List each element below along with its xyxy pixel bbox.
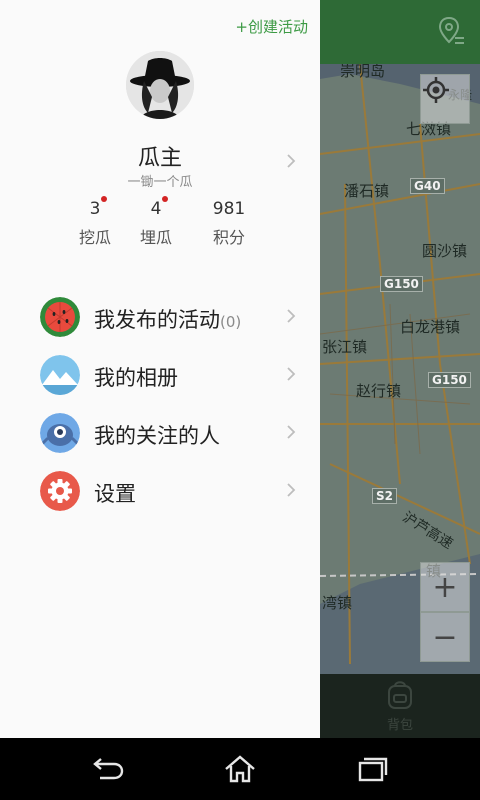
home-icon[interactable] [222, 754, 258, 784]
highway-shield: G40 [410, 178, 445, 194]
chevron-right-icon [286, 482, 296, 502]
stat-bury[interactable]: 4 埋瓜 [121, 196, 191, 248]
stat-label: 挖瓜 [78, 228, 111, 247]
location-list-icon[interactable] [438, 16, 466, 48]
watermelon-icon [40, 297, 80, 337]
map-label: 崇明岛 [340, 64, 386, 80]
profile-name: 瓜主 [137, 146, 182, 171]
menu-item-count: (0) [220, 313, 242, 331]
profile-subtitle: 一锄一个瓜 [127, 175, 193, 190]
map-label: 白龙港镇 [400, 318, 461, 336]
mountain-photo-icon [40, 355, 80, 395]
map-label: 圆沙镇 [422, 242, 468, 260]
my-location-button[interactable] [420, 74, 470, 124]
zoom-out-button[interactable]: − [420, 612, 470, 662]
system-nav-bar [0, 738, 480, 800]
avatar[interactable] [126, 51, 194, 119]
menu-item-label: 我的相册 [94, 366, 178, 390]
map-label: 湾镇 [322, 594, 353, 612]
alien-icon [40, 413, 80, 453]
stat-label: 积分 [212, 228, 245, 247]
screen: 崇明岛 永隆 七滧镇 潘石镇 圆沙镇 白龙港镇 张江镇 赵行镇 沪芦高速 镇 湾… [0, 0, 480, 738]
highway-shield: G150 [380, 276, 423, 292]
menu-item-my-album[interactable]: 我的相册 [0, 346, 320, 404]
backpack-icon [388, 681, 412, 709]
create-activity-button[interactable]: +创建活动 [235, 16, 308, 37]
chevron-right-icon[interactable] [286, 153, 296, 173]
back-icon[interactable] [90, 754, 126, 784]
backpack-tab-label: 背包 [386, 718, 413, 733]
gear-icon [40, 471, 80, 511]
crosshair-icon [423, 77, 449, 103]
menu-item-label: 设置 [94, 482, 136, 506]
chevron-right-icon [286, 424, 296, 444]
menu-item-my-activities[interactable]: 我发布的活动(0) [0, 288, 320, 346]
menu-item-settings[interactable]: 设置 [0, 462, 320, 520]
notification-dot [162, 196, 168, 202]
navigation-drawer: +创建活动 瓜主 一锄一个瓜 3 挖瓜 4 埋瓜 981 积分 我发布的活动(0… [0, 0, 320, 738]
chevron-right-icon [286, 366, 296, 386]
menu-item-following[interactable]: 我的关注的人 [0, 404, 320, 462]
stat-points[interactable]: 981 积分 [194, 198, 264, 248]
stat-value: 3 [89, 199, 101, 219]
map-label: 潘石镇 [344, 182, 390, 200]
menu-item-label: 我的关注的人 [94, 424, 220, 448]
stat-value: 4 [150, 199, 162, 219]
map-label: 张江镇 [322, 338, 368, 356]
menu-item-label: 我发布的活动 [94, 308, 220, 332]
highway-shield: S2 [372, 488, 397, 504]
backpack-tab[interactable] [383, 680, 417, 714]
highway-shield: G150 [428, 372, 471, 388]
stat-label: 埋瓜 [139, 228, 172, 247]
stat-dig[interactable]: 3 挖瓜 [60, 196, 130, 248]
zoom-in-button[interactable]: + [420, 562, 470, 612]
stat-value: 981 [212, 199, 246, 219]
chevron-right-icon [286, 308, 296, 328]
recent-apps-icon[interactable] [354, 754, 390, 784]
notification-dot [101, 196, 107, 202]
map-label: 赵行镇 [356, 382, 402, 400]
